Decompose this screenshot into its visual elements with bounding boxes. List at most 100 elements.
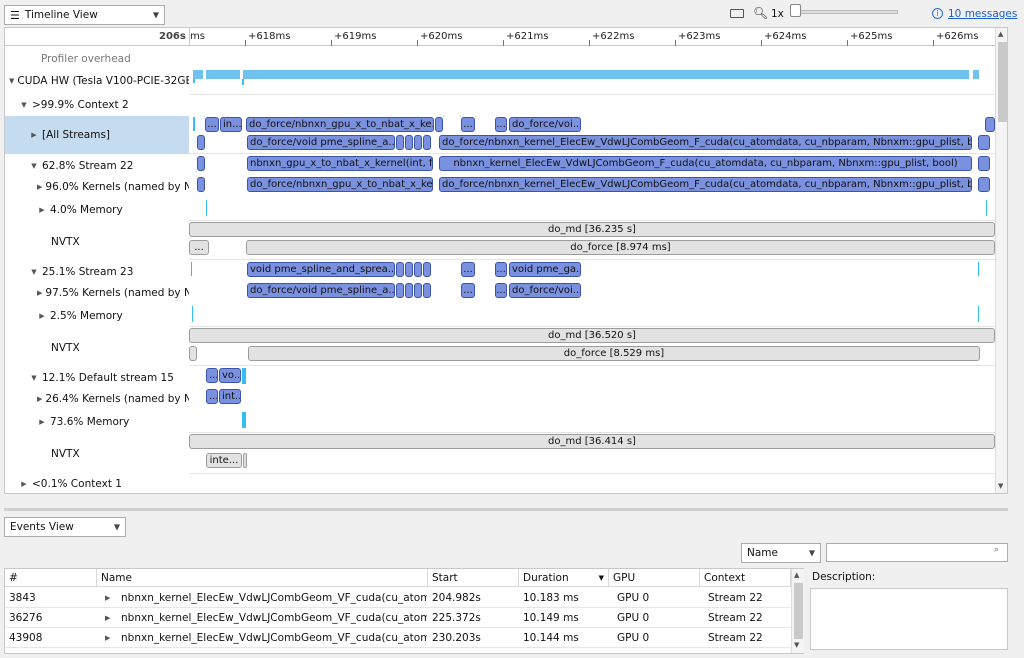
collapsed-icon[interactable]: ▶ bbox=[37, 183, 42, 191]
kernel-block[interactable] bbox=[197, 177, 205, 192]
kernel-block[interactable]: do_force/nbnxn_gpu_x_to_nbat_x_ke... bbox=[246, 117, 434, 132]
filter-field-select[interactable]: Name ▼ bbox=[741, 543, 821, 563]
expand-row-icon[interactable]: ▶ bbox=[101, 588, 115, 608]
expand-row-icon[interactable]: ▶ bbox=[101, 628, 115, 648]
row-stream23-memory[interactable]: ▶2.5% Memory bbox=[5, 306, 189, 326]
kernel-block[interactable]: do_force/nbnxn_kernel_ElecEw_VdwLJCombGe… bbox=[439, 135, 972, 150]
kernel-block[interactable] bbox=[405, 135, 413, 150]
kernel-block[interactable] bbox=[197, 156, 205, 171]
nvtx-range[interactable]: do_force [8.974 ms] bbox=[246, 240, 995, 255]
kernel-block[interactable]: nbnxn_gpu_x_to_nbat_x_kernel(int, fl... bbox=[247, 156, 433, 171]
row-profiler-overhead[interactable]: Profiler overhead bbox=[5, 49, 189, 69]
kernel-block[interactable] bbox=[414, 262, 422, 277]
row-nvtx-1[interactable]: NVTX bbox=[5, 232, 189, 252]
column-header-duration[interactable]: Duration▼ bbox=[519, 569, 609, 587]
scroll-down-arrow[interactable]: ▼ bbox=[794, 641, 799, 649]
nvtx-range[interactable]: do_md [36.520 s] bbox=[189, 328, 995, 343]
column-header-gpu[interactable]: GPU bbox=[609, 569, 700, 587]
kernel-block[interactable]: void pme_ga... bbox=[509, 262, 581, 277]
collapsed-icon[interactable]: ▶ bbox=[37, 289, 42, 297]
table-row[interactable]: 36276 ▶ nbnxn_kernel_ElecEw_VdwLJCombGeo… bbox=[5, 608, 790, 628]
row-stream23-kernels[interactable]: ▶97.5% Kernels (named by NV bbox=[5, 283, 189, 303]
kernel-block[interactable]: do_force/nbnxn_gpu_x_to_nbat_x_ke... bbox=[247, 177, 433, 192]
column-header-id[interactable]: # bbox=[5, 569, 97, 587]
collapsed-icon[interactable]: ▶ bbox=[37, 395, 42, 403]
kernel-block[interactable] bbox=[197, 135, 205, 150]
kernel-block[interactable]: ... bbox=[461, 283, 475, 298]
scroll-up-arrow[interactable]: ▲ bbox=[794, 571, 799, 579]
scroll-thumb[interactable] bbox=[794, 583, 803, 639]
row-stream22-memory[interactable]: ▶4.0% Memory bbox=[5, 200, 189, 220]
kernel-block[interactable]: ... bbox=[461, 262, 475, 277]
column-header-start[interactable]: Start bbox=[428, 569, 519, 587]
kernel-block[interactable]: ... bbox=[206, 389, 218, 404]
table-row[interactable]: 3843 ▶ nbnxn_kernel_ElecEw_VdwLJCombGeom… bbox=[5, 588, 790, 608]
kernel-block[interactable]: ... bbox=[495, 117, 507, 132]
events-view-select[interactable]: Events View ▼ bbox=[4, 517, 126, 537]
row-stream22-kernels[interactable]: ▶96.0% Kernels (named by NV bbox=[5, 177, 189, 197]
kernel-block[interactable]: ... bbox=[461, 117, 475, 132]
keyboard-icon[interactable] bbox=[730, 9, 744, 18]
kernel-block[interactable] bbox=[985, 117, 995, 132]
cuda-hw-utilization[interactable] bbox=[193, 70, 203, 79]
collapsed-icon[interactable]: ▶ bbox=[37, 418, 47, 426]
zoom-slider-handle[interactable] bbox=[790, 4, 801, 17]
kernel-block[interactable] bbox=[414, 283, 422, 298]
cuda-hw-utilization[interactable] bbox=[243, 70, 969, 79]
expanded-icon[interactable]: ▼ bbox=[9, 77, 14, 85]
kernel-block[interactable] bbox=[423, 135, 431, 150]
row-context-2[interactable]: ▼>99.9% Context 2 bbox=[5, 95, 189, 115]
kernel-block[interactable]: int... bbox=[219, 389, 241, 404]
nvtx-range[interactable] bbox=[189, 346, 197, 361]
collapsed-icon[interactable]: ▶ bbox=[29, 131, 39, 139]
kernel-block[interactable]: in... bbox=[220, 117, 242, 132]
row-default15-memory[interactable]: ▶73.6% Memory bbox=[5, 412, 189, 432]
expanded-icon[interactable]: ▼ bbox=[29, 374, 39, 382]
nvtx-range[interactable]: do_md [36.235 s] bbox=[189, 222, 995, 237]
kernel-block[interactable]: do_force/voi... bbox=[509, 283, 581, 298]
column-header-name[interactable]: Name bbox=[97, 569, 428, 587]
kernel-block[interactable] bbox=[978, 135, 990, 150]
kernel-block[interactable]: do_force/nbnxn_kernel_ElecEw_VdwLJCombGe… bbox=[439, 177, 972, 192]
row-default15-kernels[interactable]: ▶26.4% Kernels (named by NV bbox=[5, 389, 189, 409]
kernel-block[interactable] bbox=[396, 135, 404, 150]
kernel-block[interactable] bbox=[396, 283, 404, 298]
kernel-block[interactable]: ... bbox=[495, 283, 507, 298]
column-header-context[interactable]: Context bbox=[700, 569, 791, 587]
nvtx-range[interactable]: do_md [36.414 s] bbox=[189, 434, 995, 449]
timeline-vertical-scrollbar[interactable]: ▲ ▼ bbox=[995, 28, 1008, 494]
expand-row-icon[interactable]: ▶ bbox=[101, 608, 115, 628]
kernel-block[interactable]: do_force/voi... bbox=[509, 117, 581, 132]
expanded-icon[interactable]: ▼ bbox=[19, 101, 29, 109]
kernel-block[interactable] bbox=[405, 283, 413, 298]
panel-splitter[interactable] bbox=[4, 508, 1008, 511]
row-all-streams[interactable]: ▶[All Streams] bbox=[5, 116, 189, 154]
kernel-block[interactable]: do_force/void pme_spline_a... bbox=[247, 135, 395, 150]
events-search-input[interactable] bbox=[826, 543, 1008, 562]
kernel-block[interactable] bbox=[435, 117, 443, 132]
collapsed-icon[interactable]: ▶ bbox=[37, 206, 47, 214]
row-nvtx-2[interactable]: NVTX bbox=[5, 338, 189, 358]
scroll-down-arrow[interactable]: ▼ bbox=[998, 482, 1003, 490]
row-nvtx-3[interactable]: NVTX bbox=[5, 444, 189, 464]
kernel-block[interactable] bbox=[396, 262, 404, 277]
timeline-view-select[interactable]: ☰ Timeline View ▼ bbox=[4, 5, 165, 25]
collapsed-icon[interactable]: ▶ bbox=[37, 312, 47, 320]
scroll-thumb[interactable] bbox=[998, 42, 1007, 122]
cuda-hw-utilization[interactable] bbox=[206, 70, 240, 79]
row-cuda-hw[interactable]: ▼CUDA HW (Tesla V100-PCIE-32GB) bbox=[5, 71, 189, 91]
kernel-block[interactable]: ... bbox=[206, 368, 218, 383]
kernel-block[interactable] bbox=[423, 283, 431, 298]
kernel-block[interactable] bbox=[978, 156, 990, 171]
expanded-icon[interactable]: ▼ bbox=[29, 162, 39, 170]
nvtx-range[interactable]: do_force [8.529 ms] bbox=[248, 346, 980, 361]
row-context-1[interactable]: ▶<0.1% Context 1 bbox=[5, 474, 189, 494]
kernel-block[interactable] bbox=[423, 262, 431, 277]
timeline-rows[interactable]: ... in... do_force/nbnxn_gpu_x_to_nbat_x… bbox=[189, 46, 995, 494]
messages-link[interactable]: 10 messages bbox=[948, 8, 1017, 20]
kernel-block[interactable]: ... bbox=[205, 117, 219, 132]
kernel-block[interactable]: do_force/void pme_spline_a... bbox=[247, 283, 395, 298]
expanded-icon[interactable]: ▼ bbox=[29, 268, 39, 276]
row-stream-23[interactable]: ▼25.1% Stream 23 bbox=[5, 262, 189, 282]
kernel-block[interactable] bbox=[414, 135, 422, 150]
